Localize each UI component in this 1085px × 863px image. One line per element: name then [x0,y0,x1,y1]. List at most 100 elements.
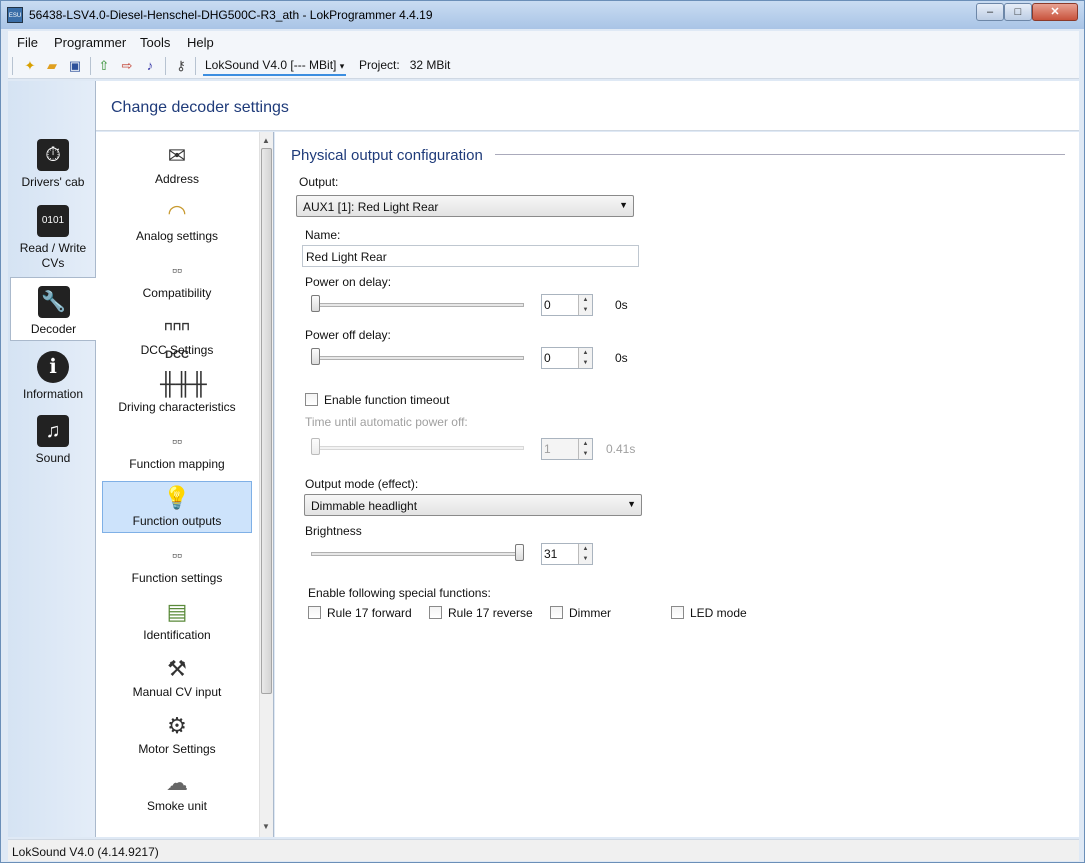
list-item-smoke-unit[interactable]: ☁ Smoke unit [102,767,252,819]
list-item-function-mapping[interactable]: ▫▫ Function mapping [102,425,252,477]
output-label: Output: [299,175,339,189]
mode-select-value: Dimmable headlight [311,499,418,513]
menu-help[interactable]: Help [187,35,214,50]
name-field[interactable]: Red Light Rear [302,245,639,267]
auto-off-value: 1 [544,442,551,456]
nav-label: Information [22,387,84,401]
slider-handle[interactable] [515,544,524,561]
list-item-function-outputs[interactable]: 💡 Function outputs [102,481,252,533]
save-icon[interactable]: ▣ [67,58,83,74]
nav-read-write-cvs[interactable]: 0101 Read / Write CVs [10,205,96,275]
list-item-compatibility[interactable]: ▫▫ Compatibility [102,254,252,306]
output-select-value: AUX1 [1]: Red Light Rear [303,200,439,214]
menu-bar: File Programmer Tools Help [8,31,1079,53]
nav-information[interactable]: ℹ Information [10,351,96,407]
slider-handle[interactable] [311,295,320,312]
brightness-stepper[interactable]: 31 ▲ ▼ [541,543,593,565]
open-folder-icon[interactable]: ▰ [44,58,60,74]
list-item-address[interactable]: ✉ Address [102,140,252,192]
list-item-dcc-settings[interactable]: ⊓⊓⊓ DCC DCC Settings [102,311,252,363]
list-item-identification[interactable]: ▤ Identification [102,596,252,648]
list-item-driving-characteristics[interactable]: ╫╫╫ Driving characteristics [102,368,252,420]
rule17-reverse-checkbox[interactable] [429,606,442,619]
group-divider [495,154,1065,155]
brightness-value: 31 [544,547,558,561]
decoder-select[interactable]: LokSound V4.0 [--- MBit] ▾ [203,57,347,76]
maximize-button[interactable]: □ [1004,3,1032,21]
auto-off-slider[interactable] [311,438,524,460]
nav-decoder[interactable]: 🔧 Decoder [10,277,96,341]
brightness-slider[interactable] [311,544,524,566]
window-title: 56438-LSV4.0-Diesel-Henschel-DHG500C-R3_… [29,8,433,22]
list-item-label: Analog settings [135,229,219,243]
menu-tools[interactable]: Tools [140,35,170,50]
binary-icon: 0101 [37,205,69,237]
dimmer-label: Dimmer [569,606,611,620]
scroll-up-icon[interactable]: ▲ [262,136,270,145]
chevron-down-icon: ▼ [619,200,628,210]
title-bar: ESU 56438-LSV4.0-Diesel-Henschel-DHG500C… [1,1,1084,29]
page-header: Change decoder settings [96,81,1079,131]
list-item-function-settings[interactable]: ▫▫ Function settings [102,539,252,591]
timeout-checkbox[interactable] [305,393,318,406]
wrench-icon: 🔧 [37,286,70,318]
list-item-motor-settings[interactable]: ⚙ Motor Settings [102,710,252,762]
list-item-partial[interactable]: ♪ [102,824,252,837]
auto-off-stepper[interactable]: 1 ▲ ▼ [541,438,593,460]
stopwatch-icon: ⏱ [37,139,69,171]
list-item-label: Motor Settings [138,742,216,756]
list-item-analog-settings[interactable]: ◠ Analog settings [102,197,252,249]
toolbar: ✦ ▰ ▣ ⇧ ⇨ ♪ ⚷ LokSound V4.0 [--- MBit] ▾… [8,53,1079,79]
slider-handle[interactable] [311,348,320,365]
dimmer-checkbox[interactable] [550,606,563,619]
list-item-label: Function mapping [129,457,225,471]
motor-icon: ⚙ [167,713,187,738]
nav-label: Sound [35,451,71,465]
close-button[interactable]: ✕ [1032,3,1078,21]
switch-hand-icon: ▫▫ [172,262,182,278]
menu-file[interactable]: File [17,35,38,50]
status-text: LokSound V4.0 (4.14.9217) [12,845,159,859]
nav-label: Decoder [30,322,77,336]
output-select[interactable]: AUX1 [1]: Red Light Rear ▼ [296,195,634,217]
sliders-icon: ╫╫╫ [160,371,207,396]
power-off-stepper[interactable]: 0 ▲ ▼ [541,347,593,369]
rule17-forward-checkbox[interactable] [308,606,321,619]
slider-handle[interactable] [311,438,320,455]
power-off-slider[interactable] [311,348,524,370]
list-item-label: Function settings [131,571,223,585]
power-on-slider[interactable] [311,295,524,317]
power-off-unit: 0s [615,351,628,365]
new-file-icon[interactable]: ✦ [22,58,38,74]
power-on-label: Power on delay: [305,275,392,289]
project-label: Project: [359,58,400,72]
decoder-select-value: LokSound V4.0 [--- MBit] [205,58,337,72]
project-size: Project: 32 MBit [359,58,450,72]
sound-write-icon[interactable]: ♪ [142,58,158,74]
list-item-label: Manual CV input [132,685,222,699]
power-on-stepper[interactable]: 0 ▲ ▼ [541,294,593,316]
programmer-icon[interactable]: ⚷ [173,58,189,74]
import-icon[interactable]: ⇧ [96,58,112,74]
special-label: Enable following special functions: [308,586,491,600]
mode-select[interactable]: Dimmable headlight ▼ [304,494,642,516]
power-off-value: 0 [544,351,551,365]
export-icon[interactable]: ⇨ [119,58,135,74]
led-mode-checkbox[interactable] [671,606,684,619]
menu-programmer[interactable]: Programmer [54,35,126,50]
scroll-down-icon[interactable]: ▼ [262,822,270,831]
minimize-button[interactable]: – [976,3,1004,21]
nav-drivers-cab[interactable]: ⏱ Drivers' cab [10,139,96,197]
settings-list-scrollbar[interactable]: ▲ ▼ [259,132,273,837]
chevron-down-icon: ▼ [627,499,636,509]
timeout-label: Enable function timeout [324,393,450,407]
auto-off-unit: 0.41s [606,442,636,456]
settings-list: ✉ Address ◠ Analog settings ▫▫ Compatibilit… [96,132,274,837]
wrench-icon: ⚒ [167,656,187,681]
brightness-label: Brightness [305,524,362,538]
scroll-thumb[interactable] [261,148,272,694]
app-window: ESU 56438-LSV4.0-Diesel-Henschel-DHG500C… [0,0,1085,863]
envelope-icon: ✉ [167,143,187,168]
list-item-manual-cv-input[interactable]: ⚒ Manual CV input [102,653,252,705]
nav-sound[interactable]: ♫ Sound [10,415,96,471]
